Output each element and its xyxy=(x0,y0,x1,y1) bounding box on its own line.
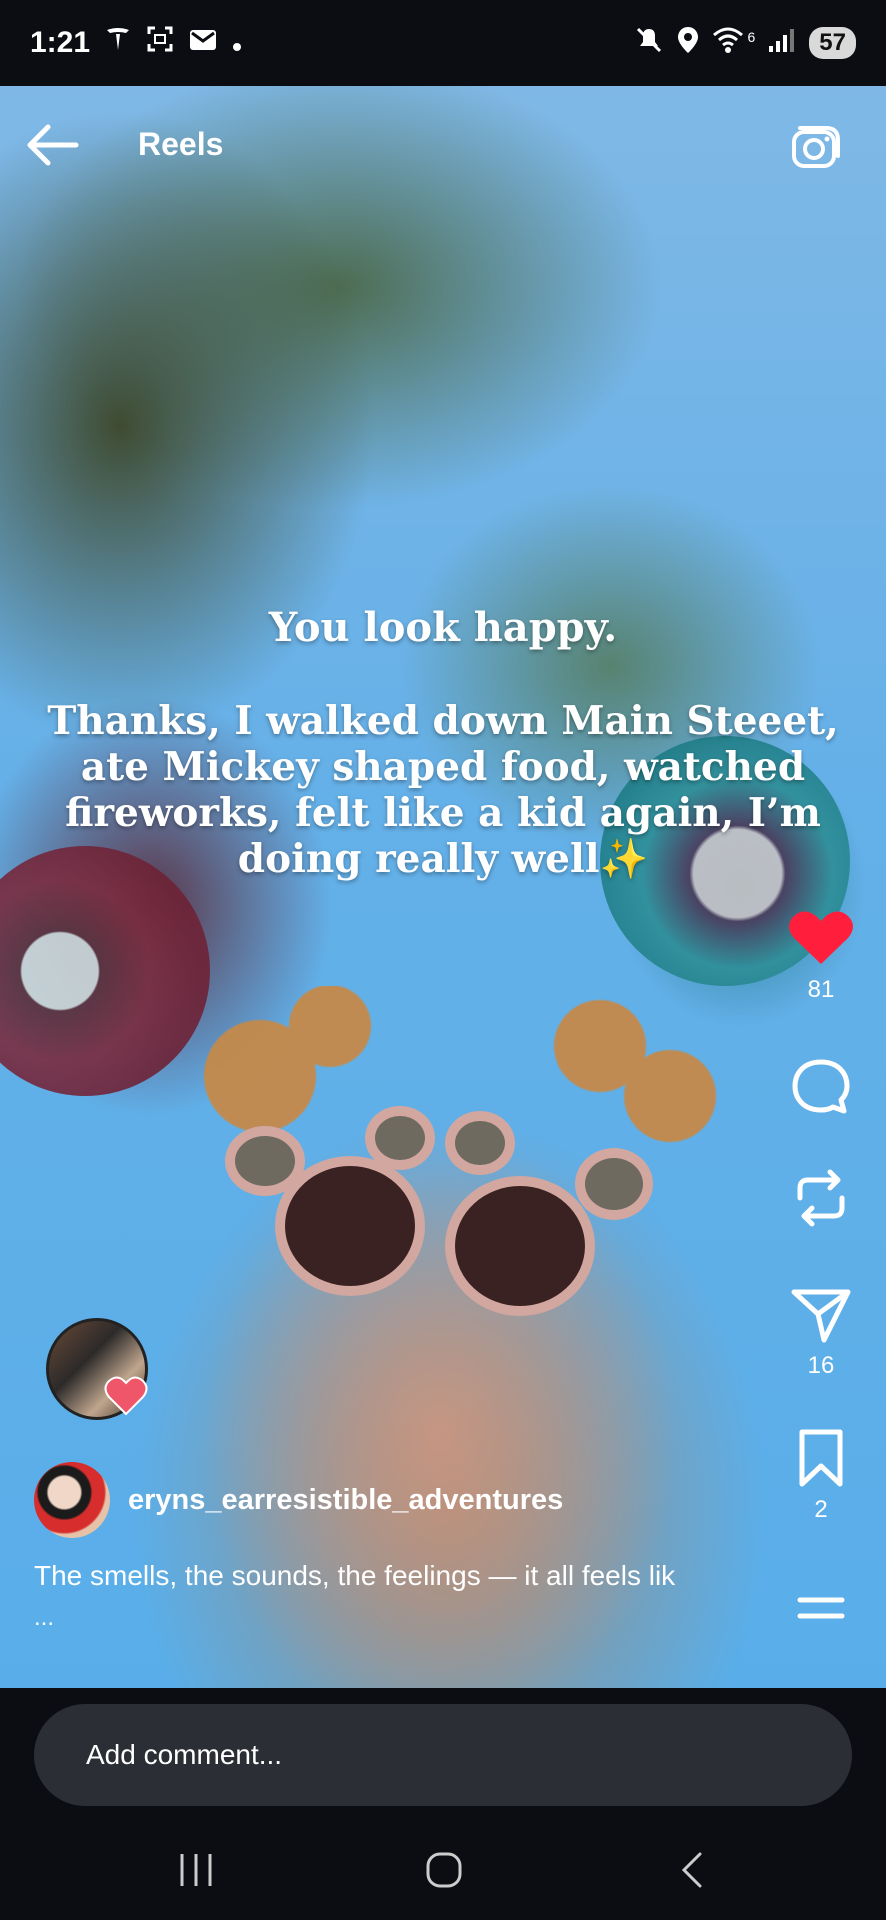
mail-icon xyxy=(188,26,218,60)
status-bar: 1:21 6 57 xyxy=(0,0,886,86)
wifi-label: 6 xyxy=(747,29,756,45)
author-avatar[interactable] xyxy=(34,1462,110,1538)
dot-icon xyxy=(232,26,242,60)
share-count: 16 xyxy=(807,1352,835,1379)
status-time: 1:21 xyxy=(30,26,91,59)
back-arrow-icon[interactable] xyxy=(24,122,80,168)
remix-action[interactable] xyxy=(786,1168,856,1228)
wifi-icon xyxy=(712,26,748,60)
location-icon xyxy=(676,25,700,61)
heart-badge-icon xyxy=(104,1376,148,1416)
tesla-icon xyxy=(104,25,132,61)
mute-icon xyxy=(634,25,664,61)
share-action[interactable]: 16 xyxy=(786,1284,856,1380)
overlay-line: Thanks, I walked down Main Steeet, xyxy=(47,698,839,744)
battery-indicator: 57 xyxy=(809,27,856,59)
comment-input[interactable]: Add comment... xyxy=(34,1704,852,1806)
overlay-line: fireworks, felt like a kid again, I’m xyxy=(65,790,821,836)
recent-apps-icon[interactable] xyxy=(166,1848,226,1892)
page-title: Reels xyxy=(138,126,224,162)
screenshot-icon xyxy=(146,25,174,61)
save-count: 2 xyxy=(814,1496,828,1523)
comment-placeholder: Add comment... xyxy=(86,1739,283,1770)
post-caption[interactable]: The smells, the sounds, the feelings — i… xyxy=(34,1560,675,1592)
like-count: 81 xyxy=(807,976,835,1003)
overlay-paragraph: Thanks, I walked down Main Steeet, ate M… xyxy=(40,698,846,882)
comment-action[interactable] xyxy=(786,1056,856,1116)
overlay-line-1: You look happy. xyxy=(268,604,618,651)
sunglasses xyxy=(225,1106,665,1316)
repost-icon[interactable] xyxy=(786,1168,856,1228)
save-action[interactable]: 2 xyxy=(786,1428,856,1524)
home-icon[interactable] xyxy=(414,1848,474,1892)
menu-icon[interactable] xyxy=(786,1578,856,1638)
back-nav-icon[interactable] xyxy=(664,1848,724,1892)
comment-bar: Add comment... xyxy=(0,1688,886,1818)
lantern-left xyxy=(0,846,210,1096)
like-action[interactable]: 81 xyxy=(786,908,856,1004)
heart-icon[interactable] xyxy=(786,908,856,968)
reel-video[interactable]: You look happy. Thanks, I walked down Ma… xyxy=(0,86,886,1688)
signal-icon xyxy=(767,26,797,60)
comment-icon[interactable] xyxy=(786,1056,856,1116)
caption-more[interactable]: ... xyxy=(34,1604,54,1632)
send-icon[interactable] xyxy=(786,1284,856,1344)
reels-header: Reels xyxy=(0,86,886,206)
camera-icon[interactable] xyxy=(790,122,842,172)
overlay-line: ate Mickey shaped food, watched xyxy=(80,744,806,790)
author-username[interactable]: eryns_earresistible_adventures xyxy=(128,1484,563,1517)
post-author[interactable]: eryns_earresistible_adventures xyxy=(34,1462,563,1538)
system-nav-bar xyxy=(0,1818,886,1920)
more-action[interactable] xyxy=(786,1578,856,1638)
overlay-line: doing really well✨ xyxy=(237,836,649,882)
bookmark-icon[interactable] xyxy=(786,1428,856,1488)
